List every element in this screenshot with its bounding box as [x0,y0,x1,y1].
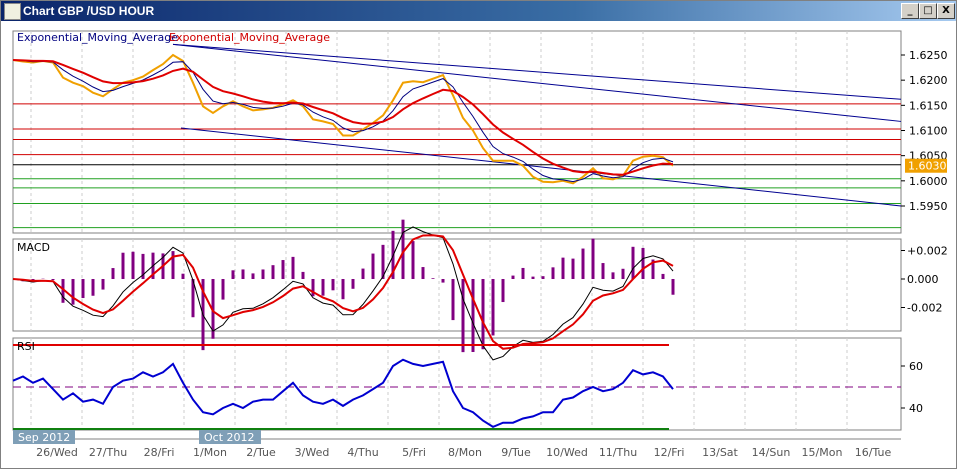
price-tick-label: 1.6150 [909,99,948,112]
current-price-label: 1.6030 [908,160,947,173]
rsi-tick-label: 60 [909,360,923,373]
window-title: Chart GBP /USD HOUR [23,4,155,18]
panel-frame-1 [12,238,902,332]
day-label: 4/Thu [347,446,378,459]
day-label: 12/Fri [654,446,685,459]
macd-tick-label: +0.002 [907,245,948,258]
day-label: 27/Thu [89,446,127,459]
price-tick-label: 1.6100 [909,124,948,137]
panel-frame-2 [12,337,902,431]
price-tick-label: 1.6250 [909,49,948,62]
day-label: 8/Mon [448,446,482,459]
day-label: 11/Thu [599,446,637,459]
day-label: 3/Wed [295,446,330,459]
close-button[interactable]: X [937,3,955,19]
month-label: Oct 2012 [204,431,255,444]
legend-ema-fast: Exponential_Moving_Average [17,31,178,44]
rsi-title: RSI [17,340,35,353]
month-label: Sep 2012 [18,431,70,444]
chart-app-icon [4,3,21,20]
day-label: 5/Fri [402,446,426,459]
time-axis: 26/Wed 27/Thu 28/Fri 1/Mon 2/Tue 3/Wed 4/Thu 5/… [13,430,901,459]
chart-canvas[interactable]: 1.62501.62001.61501.61001.60501.60001.59… [1,21,956,468]
macd-tick-label: -0.002 [907,302,942,315]
day-label: 1/Mon [193,446,227,459]
day-label: 14/Sun [752,446,791,459]
day-label: 15/Mon [802,446,843,459]
day-label: 26/Wed [36,446,78,459]
price-tick-label: 1.6200 [909,74,948,87]
day-label: 16/Tue [855,446,892,459]
maximize-button[interactable]: □ [919,3,937,19]
title-bar[interactable]: Chart GBP /USD HOUR _ □ X [1,1,956,21]
day-label: 13/Sat [702,446,738,459]
legend-ema-slow: Exponential_Moving_Average [169,31,330,44]
day-label: 10/Wed [546,446,588,459]
rsi-tick-label: 40 [909,402,923,415]
price-tick-label: 1.6000 [909,175,948,188]
day-label: 2/Tue [246,446,276,459]
minimize-button[interactable]: _ [901,3,919,19]
panel-frame-0 [12,30,902,234]
price-tick-label: 1.5950 [909,200,948,213]
macd-tick-label: 0.000 [907,273,939,286]
day-label: 28/Fri [144,446,175,459]
macd-title: MACD [17,241,50,254]
day-label: 9/Tue [501,446,531,459]
chart-window: Chart GBP /USD HOUR _ □ X 1.6250 1.6200 1.… [0,0,957,469]
